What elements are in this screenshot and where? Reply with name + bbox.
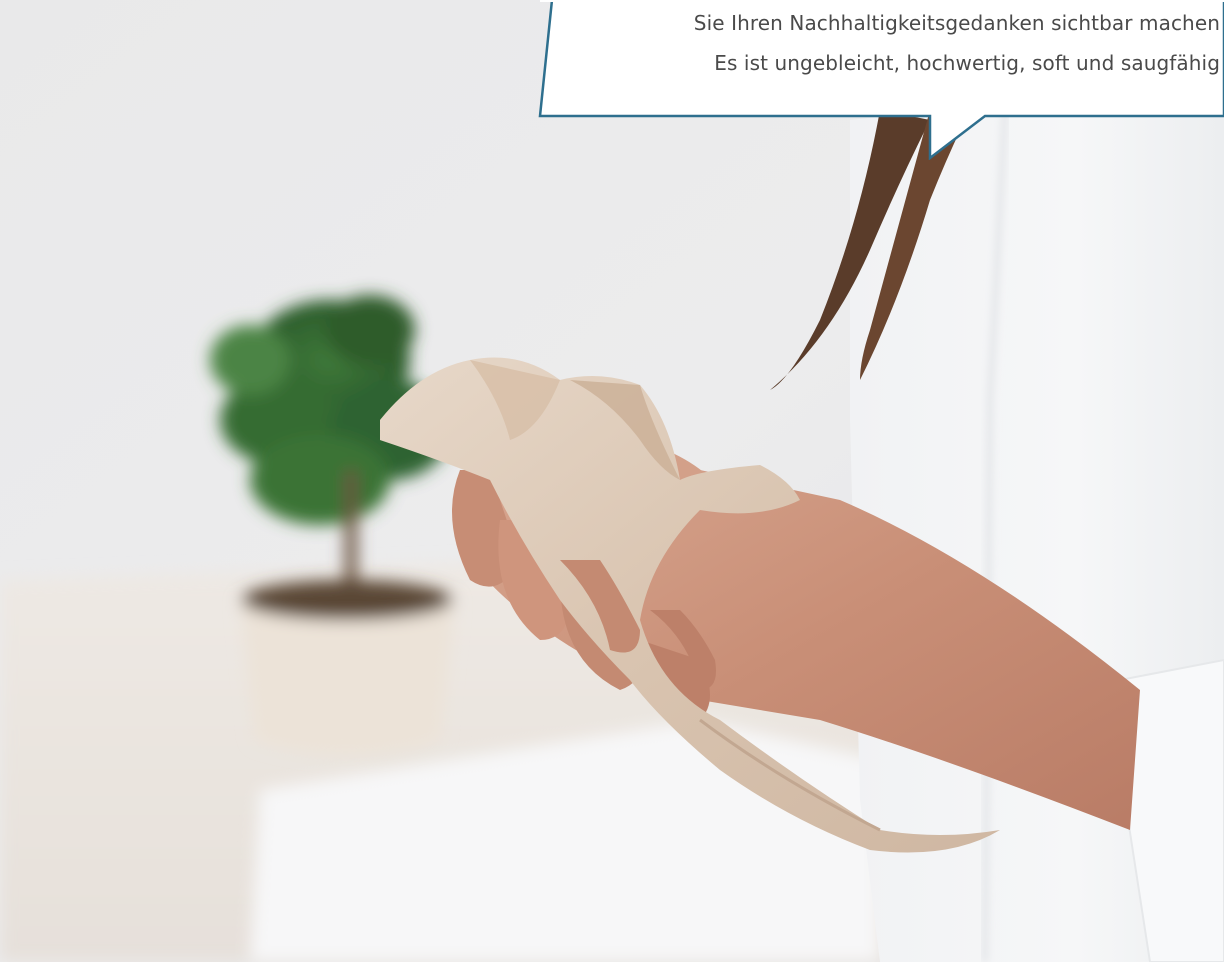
product-photo: Sie Ihren Nachhaltigkeitsgedanken sichtb… <box>0 0 1224 962</box>
photo-scene <box>0 0 1224 962</box>
